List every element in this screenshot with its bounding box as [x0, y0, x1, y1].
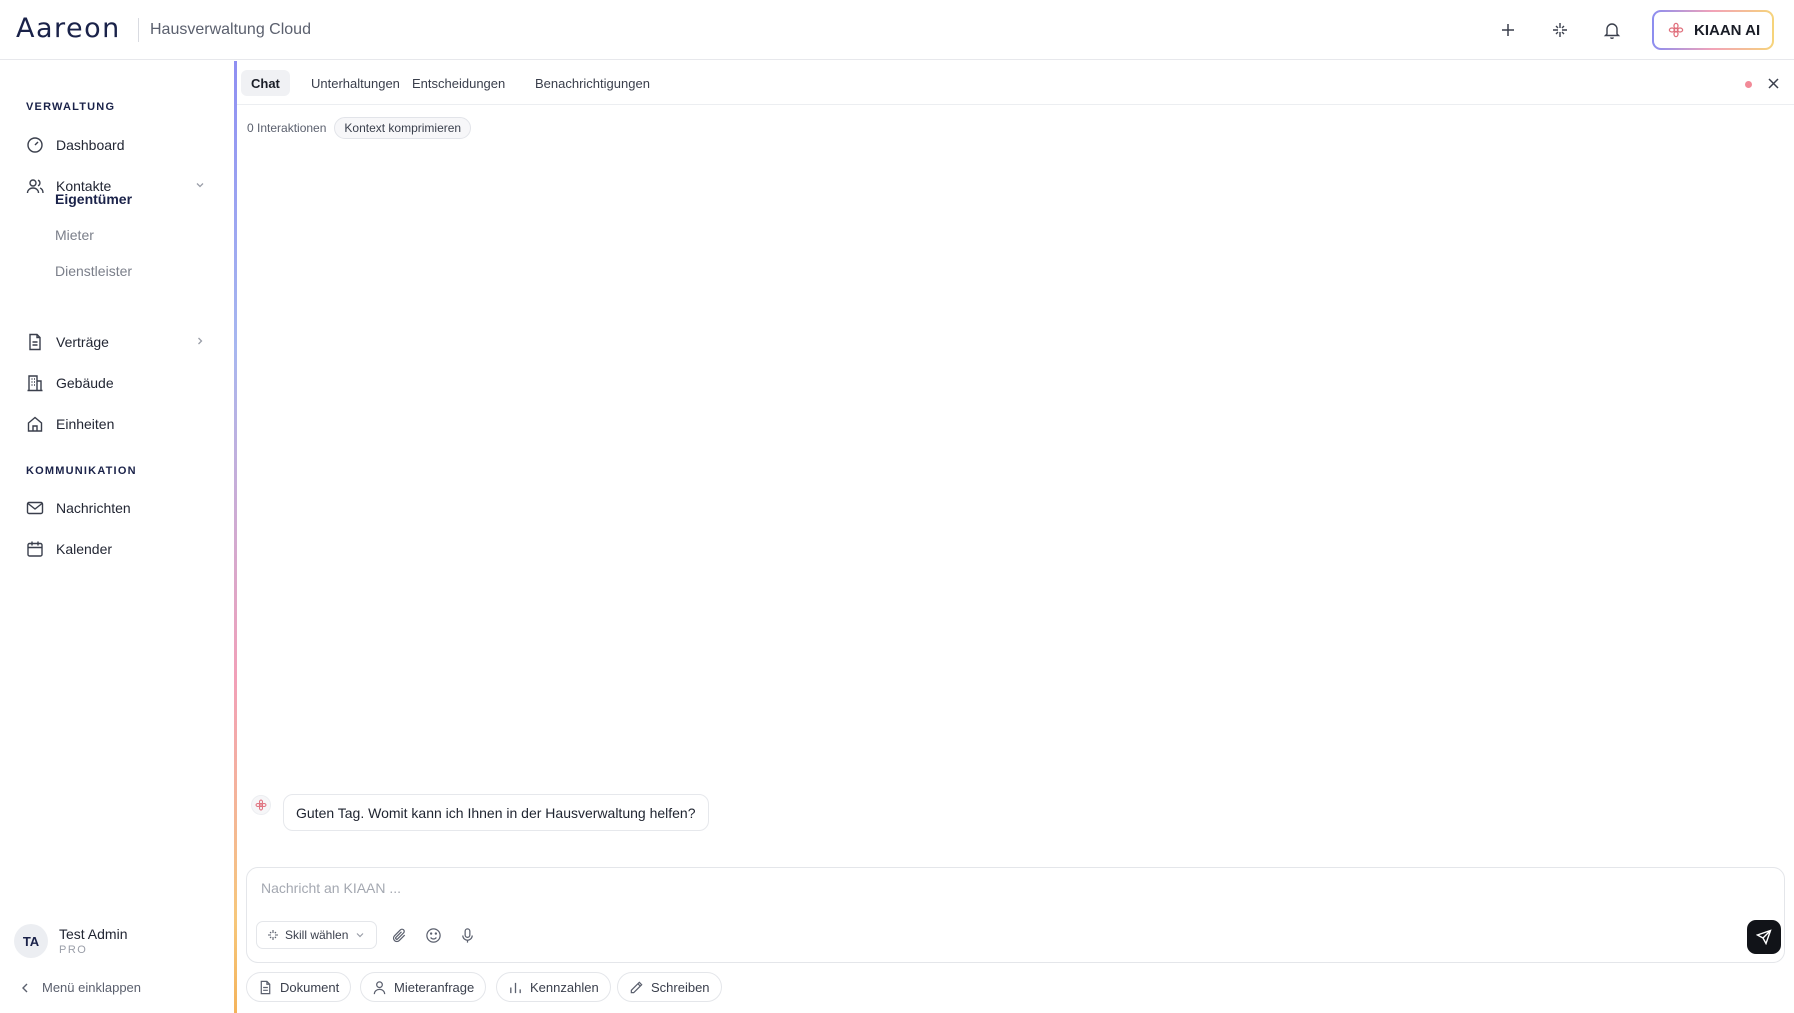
plus-icon[interactable] — [1494, 16, 1522, 44]
quick-action-dokument[interactable]: Dokument — [246, 972, 352, 1002]
interactions-row: 0 Interaktionen Kontext komprimieren — [247, 117, 472, 139]
skill-select-label: Skill wählen — [285, 928, 349, 942]
top-header: Aareon Hausverwaltung Cloud KIAAN AI — [0, 0, 1794, 60]
kiaan-ai-label: KIAAN AI — [1694, 21, 1761, 39]
close-icon[interactable] — [1763, 73, 1783, 93]
collapse-menu-label: Menü einklappen — [42, 980, 142, 995]
logo-separator — [138, 18, 139, 42]
kiaan-panel: Chat Unterhaltungen Entscheidungen Benac… — [237, 61, 1794, 1013]
collapse-menu-button[interactable]: Menü einklappen — [20, 980, 141, 995]
tab-entscheidungen[interactable]: Entscheidungen — [402, 70, 515, 96]
tab-chat[interactable]: Chat — [241, 70, 290, 96]
sidebar-item-label: Dashboard — [56, 137, 125, 153]
app-name: Hausverwaltung Cloud — [150, 21, 311, 38]
document-icon — [29, 333, 41, 351]
section-verwaltung: VERWALTUNG — [26, 101, 116, 113]
chevron-down-icon — [356, 933, 364, 938]
send-icon — [1756, 929, 1772, 945]
sidebar-item-label: Einheiten — [56, 416, 115, 432]
sparkle-icon[interactable] — [1546, 16, 1574, 44]
tab-benachrichtigungen[interactable]: Benachrichtigungen — [525, 70, 660, 96]
quick-action-label: Mieteranfrage — [394, 979, 475, 995]
tab-bar: Chat Unterhaltungen Entscheidungen Benac… — [237, 61, 1794, 105]
sidebar-item-eigentuemer[interactable]: Eigentümer — [55, 191, 132, 207]
quick-action-schreiben[interactable]: Schreiben — [617, 972, 722, 1002]
quick-action-label: Schreiben — [651, 979, 710, 995]
user-icon — [373, 980, 386, 994]
mail-icon — [26, 501, 44, 515]
assistant-message: Guten Tag. Womit kann ich Ihnen in der H… — [283, 794, 709, 831]
home-icon — [27, 416, 43, 432]
gauge-icon — [27, 137, 43, 153]
bell-icon[interactable] — [1598, 16, 1626, 44]
section-kommunikation: KOMMUNIKATION — [26, 465, 137, 477]
pencil-icon — [630, 980, 643, 993]
sidebar-item-mieter[interactable]: Mieter — [55, 227, 94, 243]
sidebar-item-kalender[interactable]: Kalender — [26, 536, 206, 562]
user-name: Test Admin — [59, 926, 128, 942]
message-composer: Skill wählen — [246, 867, 1785, 963]
aareon-logo[interactable]: Aareon — [16, 13, 121, 44]
status-dot — [1745, 81, 1752, 88]
interactions-count: 0 Interaktionen — [247, 121, 327, 135]
skill-select-button[interactable]: Skill wählen — [256, 921, 378, 949]
sidebar-item-dashboard[interactable]: Dashboard — [26, 132, 206, 158]
document-icon — [260, 980, 271, 994]
sidebar-item-label: Kalender — [56, 541, 113, 557]
quick-action-label: Dokument — [280, 979, 340, 995]
sidebar-item-nachrichten[interactable]: Nachrichten — [26, 495, 206, 521]
message-input[interactable] — [261, 880, 1461, 896]
kiaan-ai-button[interactable]: KIAAN AI — [1652, 10, 1774, 50]
sidebar-item-dienstleister[interactable]: Dienstleister — [55, 263, 132, 279]
sparkle-icon — [268, 930, 278, 940]
sidebar-item-vertraege[interactable]: Verträge — [26, 329, 206, 355]
users-icon — [26, 179, 44, 194]
calendar-icon — [27, 541, 43, 557]
user-role: PRO — [59, 944, 88, 956]
sidebar-item-label: Nachrichten — [56, 500, 131, 516]
sidebar-item-label: Verträge — [56, 334, 109, 350]
avatar: TA — [14, 924, 48, 958]
compress-context-button[interactable]: Kontext komprimieren — [334, 117, 472, 139]
chevron-down-icon — [196, 183, 204, 188]
microphone-icon[interactable] — [457, 925, 477, 945]
tab-unterhaltungen[interactable]: Unterhaltungen — [301, 70, 410, 96]
paperclip-icon[interactable] — [389, 925, 409, 945]
emoji-icon[interactable] — [423, 925, 443, 945]
bar-chart-icon — [510, 982, 521, 993]
sidebar-item-label: Gebäude — [56, 375, 114, 391]
user-profile[interactable]: TA Test Admin PRO — [14, 924, 127, 958]
chevron-left-icon — [22, 983, 28, 992]
send-button[interactable] — [1747, 920, 1781, 954]
sidebar: VERWALTUNG Dashboard Kontakte Eigentümer… — [0, 61, 234, 1013]
kiaan-avatar-icon — [251, 795, 271, 815]
quick-action-kennzahlen[interactable]: Kennzahlen — [496, 972, 611, 1002]
sidebar-item-einheiten[interactable]: Einheiten — [26, 411, 206, 437]
kiaan-flower-icon — [1668, 22, 1684, 38]
quick-action-mieteranfrage[interactable]: Mieteranfrage — [360, 972, 487, 1002]
building-icon — [27, 375, 43, 392]
sidebar-item-gebaeude[interactable]: Gebäude — [26, 370, 206, 396]
quick-action-label: Kennzahlen — [530, 979, 599, 995]
chevron-right-icon — [198, 337, 203, 345]
